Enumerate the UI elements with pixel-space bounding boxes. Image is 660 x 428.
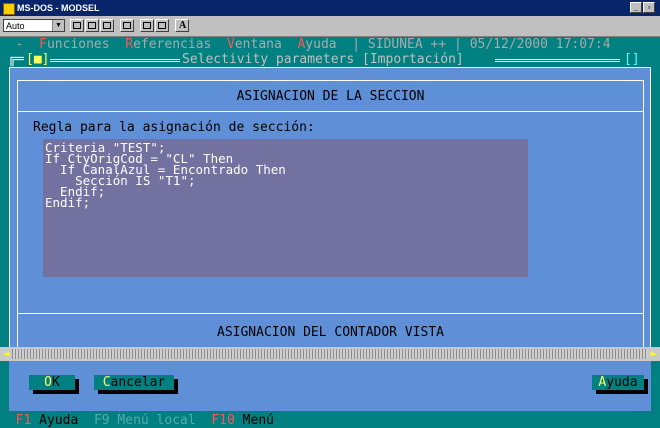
menu-bar: - Funciones Referencias Ventana Ayuda | … xyxy=(0,37,660,52)
cancel-button[interactable]: Cancelar xyxy=(94,375,174,390)
button-panel: OK Cancelar Ayuda xyxy=(9,361,651,411)
divider xyxy=(18,111,643,112)
scroll-right-icon[interactable]: ► xyxy=(648,347,660,361)
dos-toolbar: Auto ▼ A xyxy=(0,16,660,37)
date-time: 05/12/2000 17:07:4 xyxy=(469,37,611,52)
section-header: ASIGNACION DE LA SECCION xyxy=(236,89,425,104)
menu-referencias[interactable]: Referencias xyxy=(125,37,211,52)
font-size-value: Auto xyxy=(6,21,25,31)
fullscreen-icon[interactable] xyxy=(120,19,134,32)
font-size-select[interactable]: Auto ▼ xyxy=(3,19,65,32)
menu-ventana[interactable]: Ventana xyxy=(227,37,282,52)
status-f1[interactable]: F1 Ayuda xyxy=(16,413,79,428)
window-title: MS-DOS - MODSEL xyxy=(17,3,100,13)
paste-icon[interactable] xyxy=(100,19,114,32)
window-frame-top: ╔═ [■] Selectivity parameters [Importaci… xyxy=(8,52,640,67)
minimize-button[interactable]: _ xyxy=(630,2,642,13)
close-window-button[interactable]: [■] xyxy=(26,52,49,67)
menu-ayuda[interactable]: Ayuda xyxy=(297,37,336,52)
counter-header: ASIGNACION DEL CONTADOR VISTA xyxy=(217,325,444,340)
scroll-left-icon[interactable]: ◄ xyxy=(0,347,12,361)
dos-screen: - Funciones Referencias Ventana Ayuda | … xyxy=(0,37,660,428)
properties-icon[interactable] xyxy=(140,19,154,32)
window-title-bar[interactable]: MS-DOS - MODSEL _ ▫ xyxy=(0,0,660,16)
maximize-button[interactable]: ▫ xyxy=(643,2,655,13)
scrollbar-track[interactable] xyxy=(12,349,648,359)
selectivity-window: ASIGNACION DE LA SECCION Regla para la a… xyxy=(9,67,651,387)
status-bar: F1 Ayuda F9 Menú local F10 Menú xyxy=(0,413,660,428)
msdos-icon[interactable] xyxy=(3,3,15,15)
rule-editor[interactable]: Criteria "TEST"; If CtyOrigCod = "CL" Th… xyxy=(43,139,528,277)
code-line: Endif; xyxy=(45,195,91,210)
copy-icon[interactable] xyxy=(85,19,99,32)
font-icon[interactable]: A xyxy=(175,19,189,32)
horizontal-scrollbar[interactable]: ◄ ► xyxy=(0,347,660,361)
menu-funciones[interactable]: Funciones xyxy=(39,37,109,52)
app-name: SIDUNEA ++ xyxy=(367,37,447,52)
status-f10[interactable]: F10 Menú xyxy=(211,413,274,428)
help-button[interactable]: Ayuda xyxy=(592,375,644,390)
rule-label: Regla para la asignación de sección: xyxy=(33,120,315,135)
divider xyxy=(18,313,643,314)
background-icon[interactable] xyxy=(155,19,169,32)
chevron-down-icon[interactable]: ▼ xyxy=(52,20,64,31)
ok-button[interactable]: OK xyxy=(29,375,75,390)
status-f9: F9 Menú local xyxy=(93,413,196,428)
zoom-window-button[interactable]: [] xyxy=(624,52,640,67)
window-frame-title: Selectivity parameters [Importación] xyxy=(182,52,464,67)
mark-icon[interactable] xyxy=(70,19,84,32)
